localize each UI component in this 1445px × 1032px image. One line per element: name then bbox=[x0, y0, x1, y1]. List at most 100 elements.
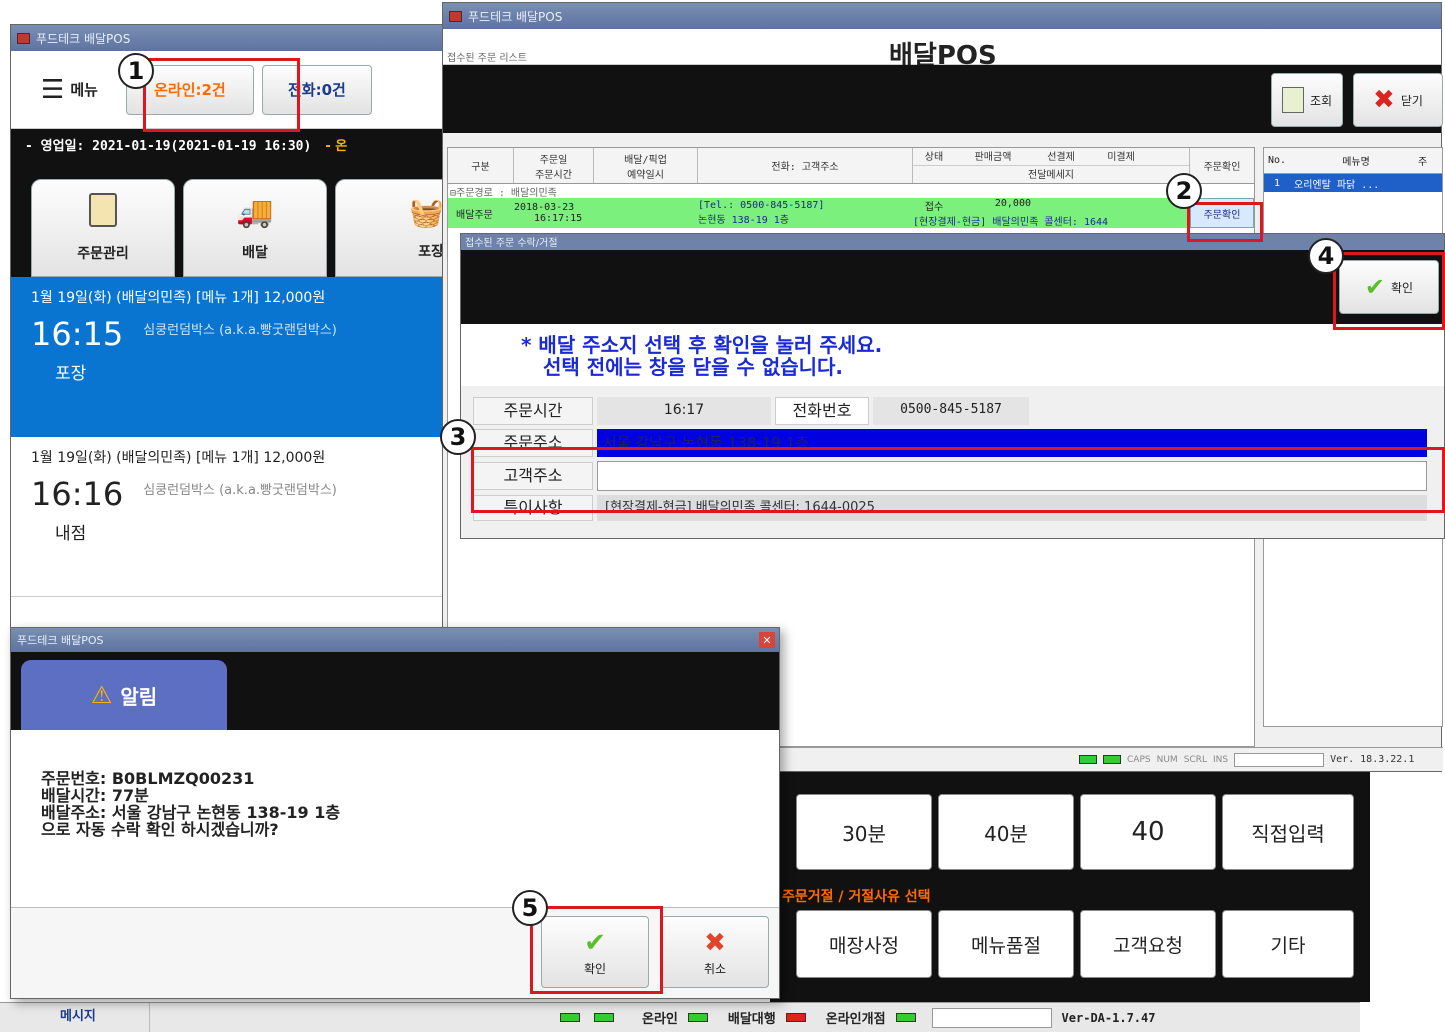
marker-3: 3 bbox=[440, 419, 476, 455]
left-window-title: 푸드테크 배달POS bbox=[36, 31, 131, 46]
alert-ok-button[interactable]: ✔ 확인 bbox=[541, 916, 649, 988]
address-dialog-toolbar: ✔ 확인 bbox=[461, 250, 1444, 324]
side-row-menu: 오리엔탈 파닭 ... bbox=[1294, 179, 1380, 191]
right-window-title: 푸드테크 배달POS bbox=[468, 9, 563, 24]
confirm-button-top[interactable]: ✔ 확인 bbox=[1339, 260, 1439, 314]
nav-takeout[interactable]: 🧺 포장 bbox=[335, 179, 455, 277]
nav-delivery-label: 배달 bbox=[242, 244, 268, 261]
side-col-qty: 주 bbox=[1418, 157, 1428, 168]
close-icon[interactable]: ✕ bbox=[759, 632, 775, 648]
phone-value: 0500-845-5187 bbox=[873, 397, 1029, 425]
customer-address-field[interactable] bbox=[597, 461, 1427, 491]
status-led bbox=[594, 1013, 614, 1022]
message-field: [현장결제-현금] 배달의민족 콜센터: 1644-0025 bbox=[597, 495, 1427, 521]
time-button-30[interactable]: 30분 bbox=[796, 794, 932, 870]
business-date-bar: - 영업일: 2021-01-19(2021-01-19 16:30) - 온 bbox=[11, 129, 469, 159]
time-input-field[interactable]: 40 bbox=[1080, 794, 1216, 870]
search-button-label: 조회 bbox=[1309, 93, 1333, 108]
order-address-field[interactable]: 서울 강남구 논현동 138-19 1층 bbox=[597, 429, 1427, 457]
time-input-value: 40 bbox=[1131, 817, 1165, 847]
col-prepaid: 선결제 bbox=[1047, 152, 1075, 163]
status-field bbox=[931, 1007, 1052, 1028]
status-led bbox=[560, 1013, 580, 1022]
status-delivery-label: 배달대행 bbox=[727, 1012, 776, 1027]
tab-phone[interactable]: 전화:0건 bbox=[261, 64, 372, 115]
col-unpaid: 미결제 bbox=[1107, 152, 1135, 163]
marker-2: 2 bbox=[1166, 173, 1202, 209]
order-item-2[interactable]: 1월 19일(화) (배달의민족) [메뉴 1개] 12,000원 16:16 … bbox=[11, 437, 469, 597]
left-window-titlebar: 푸드테크 배달POS bbox=[11, 25, 469, 51]
bottom-status-bar: 메시지 온라인 배달대행 온라인개점 Ver-DA-1.7.47 bbox=[0, 1002, 1360, 1032]
address-form: 주문시간 16:17 전화번호 0500-845-5187 주문주소 서울 강남… bbox=[461, 386, 1444, 522]
time-button-40[interactable]: 40분 bbox=[938, 794, 1074, 870]
alert-ok-label: 확인 bbox=[583, 961, 607, 976]
tab-online-label: 온라인:2건 bbox=[154, 81, 226, 99]
col-confirm: 주문확인 bbox=[1203, 162, 1241, 173]
business-date-extra: - 온 bbox=[325, 138, 348, 154]
close-button-label: 닫기 bbox=[1400, 93, 1423, 108]
row-tel: [Tel.: 0500-845-5187] bbox=[698, 200, 825, 211]
nav-delivery[interactable]: 🚚 배달 bbox=[183, 179, 327, 277]
alert-tab: ⚠ 알림 bbox=[21, 660, 227, 730]
hamburger-icon: ☰ bbox=[41, 74, 65, 105]
search-button[interactable]: 조회 bbox=[1271, 73, 1343, 127]
close-button[interactable]: ✖ 닫기 bbox=[1353, 73, 1443, 127]
address-dialog-title: 접수된 주문 수락/거절 bbox=[465, 238, 558, 249]
address-dialog: 접수된 주문 수락/거절 ✔ 확인 * 배달 주소지 선택 후 확인을 눌러 주… bbox=[460, 233, 1445, 539]
order-time: 16:16 bbox=[31, 475, 124, 513]
marker-label: 3 bbox=[449, 423, 467, 451]
label-order-address: 주문주소 bbox=[473, 429, 593, 457]
group-label: ⊟주문경로 : 배달의민족 bbox=[450, 188, 557, 199]
app-icon bbox=[449, 10, 462, 22]
reject-other-button[interactable]: 기타 bbox=[1222, 910, 1354, 978]
order-time-value: 16:17 bbox=[597, 397, 771, 425]
label-phone: 전화번호 bbox=[775, 397, 869, 425]
status-store-label: 온라인개점 bbox=[825, 1012, 886, 1027]
order-time: 16:15 bbox=[31, 315, 124, 353]
side-col-menu: 메뉴명 bbox=[1342, 157, 1370, 168]
nav-takeout-label: 포장 bbox=[418, 243, 444, 260]
close-icon: ✖ bbox=[1373, 85, 1395, 115]
reject-store-button[interactable]: 매장사정 bbox=[796, 910, 932, 978]
table-row[interactable]: 배달주문 2018-03-23 16:17:15 [Tel.: 0500-845… bbox=[448, 198, 1254, 228]
col-order-time: 주문시간 bbox=[535, 169, 572, 181]
order-header: 1월 19일(화) (배달의민족) [메뉴 1개] 12,000원 bbox=[31, 290, 326, 306]
reject-soldout-button[interactable]: 메뉴품절 bbox=[938, 910, 1074, 978]
alert-line-delivery-time: 배달시간: 77분 bbox=[41, 786, 149, 805]
order-item-1[interactable]: 1월 19일(화) (배달의민족) [메뉴 1개] 12,000원 16:15 … bbox=[11, 277, 469, 437]
col-order-date: 주문일 bbox=[539, 154, 568, 166]
marker-4: 4 bbox=[1308, 238, 1344, 274]
alert-dialog: 푸드테크 배달POS ✕ ⚠ 알림 주문번호: B0BLMZQ00231 배달시… bbox=[10, 627, 780, 999]
delivery-led bbox=[785, 1013, 806, 1022]
left-window: 푸드테크 배달POS ☰ 메뉴 온라인:2건 전화:0건 - 영업일: 2021… bbox=[10, 24, 470, 634]
document-search-icon bbox=[1281, 87, 1304, 113]
status-scrl: SCRL bbox=[1183, 754, 1207, 765]
business-date: - 영업일: 2021-01-19(2021-01-19 16:30) bbox=[25, 138, 312, 154]
reject-button-label: 고객요청 bbox=[1113, 934, 1183, 957]
clipboard-icon bbox=[89, 193, 117, 227]
marker-1: 1 bbox=[118, 53, 154, 89]
basket-icon: 🧺 bbox=[409, 195, 444, 229]
row-confirm-button[interactable]: 주문확인 bbox=[1190, 198, 1254, 228]
nav-panel: 주문관리 🚚 배달 🧺 포장 bbox=[11, 159, 469, 277]
manual-input-button[interactable]: 직접입력 bbox=[1222, 794, 1354, 870]
col-reserve: 예약일시 bbox=[627, 169, 664, 181]
marker-label: 1 bbox=[127, 57, 145, 85]
reject-button-label: 메뉴품절 bbox=[971, 934, 1041, 957]
app-icon bbox=[17, 32, 30, 44]
nav-order-management-label: 주문관리 bbox=[77, 246, 129, 262]
nav-order-management[interactable]: 주문관리 bbox=[31, 179, 175, 277]
confirm-button-top-label: 확인 bbox=[1391, 280, 1414, 295]
alert-title: 푸드테크 배달POS bbox=[17, 634, 104, 647]
menu-button[interactable]: ☰ 메뉴 bbox=[41, 75, 98, 105]
row-date: 2018-03-23 bbox=[514, 202, 575, 213]
status-field bbox=[1234, 752, 1325, 767]
alert-cancel-button[interactable]: ✖ 취소 bbox=[661, 916, 769, 988]
side-row[interactable]: 1 오리엔탈 파닭 ... bbox=[1264, 174, 1442, 192]
row-status: 접수 bbox=[924, 202, 944, 213]
message-value: [현장결제-현금] 배달의민족 콜센터: 1644-0025 bbox=[605, 500, 875, 515]
label-customer-address: 고객주소 bbox=[473, 462, 593, 490]
col-status: 상태 bbox=[924, 152, 944, 163]
reject-customer-button[interactable]: 고객요청 bbox=[1080, 910, 1216, 978]
reject-button-label: 매장사정 bbox=[829, 934, 899, 957]
